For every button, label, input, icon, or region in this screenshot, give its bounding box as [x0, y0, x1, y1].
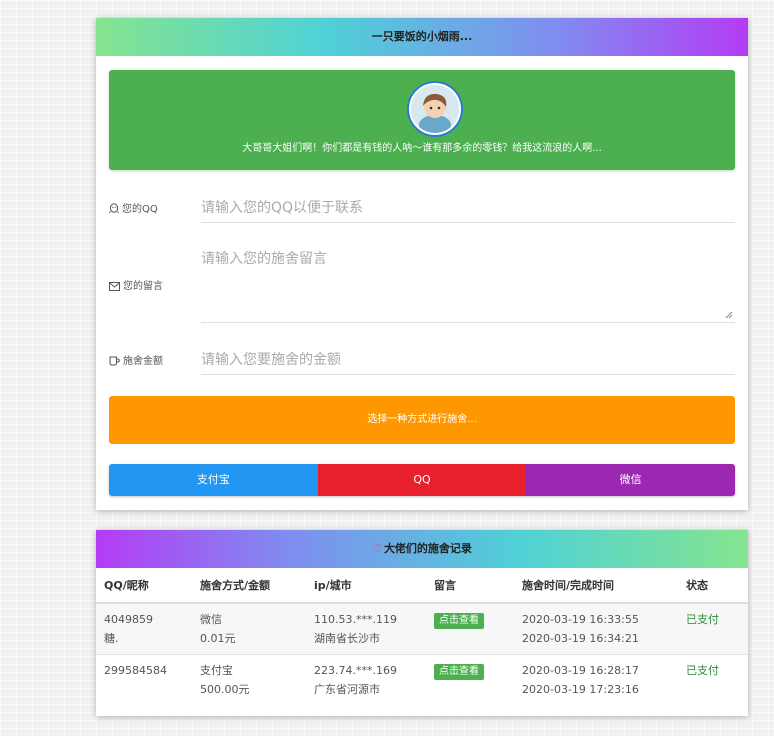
pay-method: 微信	[200, 613, 222, 626]
message-label: 您的留言	[123, 281, 163, 292]
complete-time: 2020-03-19 17:23:16	[522, 683, 639, 696]
qq-label-wrap: 您的QQ	[109, 200, 158, 215]
status-text: 已支付	[686, 664, 719, 677]
donation-banner: 大哥哥大姐们啊！你们都是有钱的人呐～谁有那多余的零钱？给我这流浪的人啊...	[109, 70, 735, 170]
message-field-row: 您的留言	[109, 244, 735, 324]
records-card: ♡ 大佬们的施舍记录 QQ/昵称 施舍方式/金额 ip/城市 留言 施舍时间/完成…	[96, 530, 748, 716]
banner-text: 大哥哥大姐们啊！你们都是有钱的人呐～谁有那多余的零钱？给我这流浪的人啊...	[242, 143, 602, 154]
message-textarea[interactable]	[201, 248, 735, 323]
amount-input[interactable]	[201, 346, 735, 375]
ip-address: 110.53.***.119	[314, 613, 397, 626]
qq-label: 您的QQ	[122, 204, 158, 215]
card-title: 一只要饭的小烟雨...	[96, 18, 748, 56]
pay-method: 支付宝	[200, 664, 233, 677]
cell-status: 已支付	[678, 655, 748, 706]
col-method: 施舍方式/金额	[192, 568, 306, 604]
pay-amount: 0.01元	[200, 632, 236, 645]
col-ip: ip/城市	[306, 568, 426, 604]
cell-status: 已支付	[678, 603, 748, 655]
donate-time: 2020-03-19 16:33:55	[522, 613, 639, 626]
qq-input[interactable]	[201, 194, 735, 223]
records-title: ♡ 大佬们的施舍记录	[96, 530, 748, 568]
col-status: 状态	[678, 568, 748, 604]
amount-label: 施舍金额	[123, 356, 163, 367]
complete-time: 2020-03-19 16:34:21	[522, 632, 639, 645]
alipay-button[interactable]: 支付宝	[109, 464, 318, 496]
city: 广东省河源市	[314, 683, 380, 696]
choose-method-button[interactable]: 选择一种方式进行施舍...	[109, 396, 735, 444]
mail-icon	[109, 281, 123, 292]
status-text: 已支付	[686, 613, 719, 626]
heart-icon: ♡	[372, 542, 382, 555]
cell-time: 2020-03-19 16:33:55 2020-03-19 16:34:21	[514, 603, 678, 655]
qq-number: 4049859	[104, 613, 153, 626]
qq-field-row: 您的QQ	[109, 194, 735, 224]
cell-message: 点击查看	[426, 603, 514, 655]
city: 湖南省长沙市	[314, 632, 380, 645]
cell-qq: 299584584	[96, 655, 192, 706]
records-table: QQ/昵称 施舍方式/金额 ip/城市 留言 施舍时间/完成时间 状态 4049…	[96, 568, 748, 705]
records-title-text: 大佬们的施舍记录	[383, 542, 472, 555]
view-message-button[interactable]: 点击查看	[434, 613, 484, 629]
cell-method: 微信 0.01元	[192, 603, 306, 655]
cell-message: 点击查看	[426, 655, 514, 706]
cell-ip: 223.74.***.169 广东省河源市	[306, 655, 426, 706]
cell-time: 2020-03-19 16:28:17 2020-03-19 17:23:16	[514, 655, 678, 706]
message-label-wrap: 您的留言	[109, 277, 163, 292]
view-message-button[interactable]: 点击查看	[434, 664, 484, 680]
payment-method-group: 支付宝 QQ 微信	[109, 464, 735, 496]
cell-qq: 4049859 糖.	[96, 603, 192, 655]
table-header-row: QQ/昵称 施舍方式/金额 ip/城市 留言 施舍时间/完成时间 状态	[96, 568, 748, 604]
cell-ip: 110.53.***.119 湖南省长沙市	[306, 603, 426, 655]
qq-number: 299584584	[104, 664, 167, 677]
col-qq: QQ/昵称	[96, 568, 192, 604]
qq-icon	[109, 203, 122, 215]
col-time: 施舍时间/完成时间	[514, 568, 678, 604]
qq-pay-button[interactable]: QQ	[317, 464, 527, 496]
table-row: 4049859 糖. 微信 0.01元 110.53.***.119 湖南省长沙市 点…	[96, 603, 748, 655]
pay-amount: 500.00元	[200, 683, 250, 696]
cup-icon	[109, 356, 123, 367]
amount-label-wrap: 施舍金额	[109, 352, 163, 367]
wechat-pay-button[interactable]: 微信	[526, 464, 735, 496]
resize-grip-icon[interactable]	[725, 308, 733, 322]
amount-field-row: 施舍金额	[109, 346, 735, 376]
col-message: 留言	[426, 568, 514, 604]
table-row: 299584584 支付宝 500.00元 223.74.***.169 广东省河源…	[96, 655, 748, 706]
cell-method: 支付宝 500.00元	[192, 655, 306, 706]
donate-time: 2020-03-19 16:28:17	[522, 664, 639, 677]
donation-card: 一只要饭的小烟雨... 大哥哥大姐们啊！你们都是有钱的人呐～谁有那多余的零钱？给…	[96, 18, 748, 510]
avatar	[409, 83, 461, 135]
ip-address: 223.74.***.169	[314, 664, 397, 677]
nickname: 糖.	[104, 632, 119, 645]
